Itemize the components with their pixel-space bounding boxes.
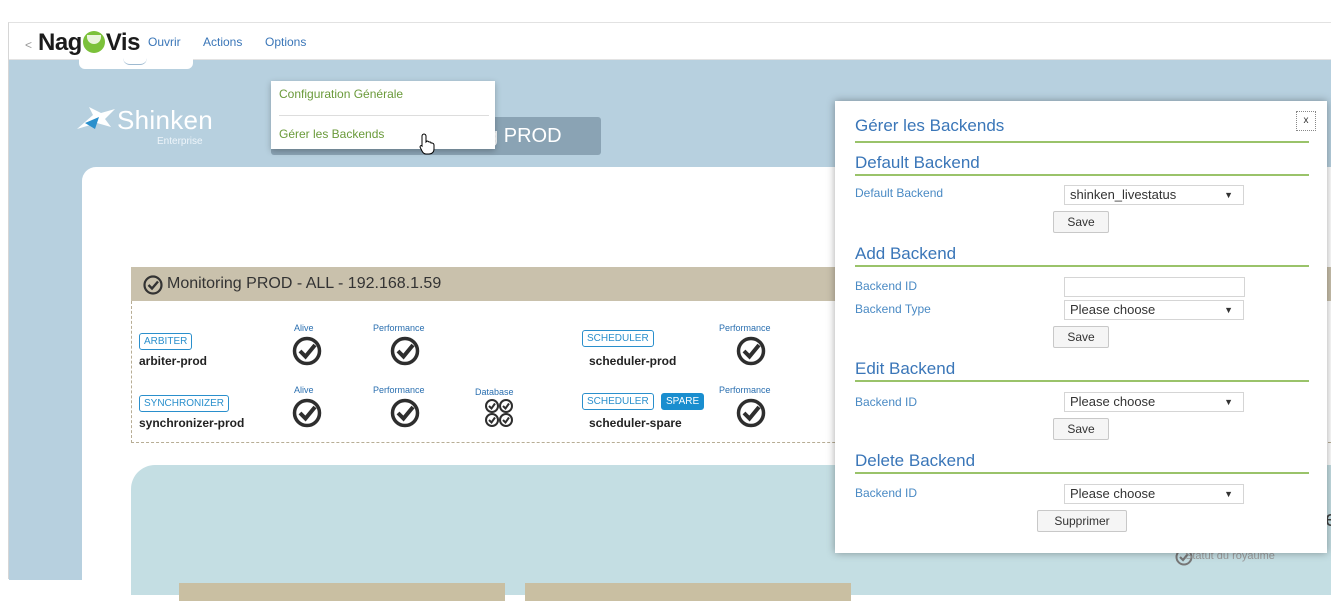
label-performance: Performance xyxy=(719,385,771,395)
save-add-button[interactable]: Save xyxy=(1053,326,1109,348)
options-dropdown: Configuration Générale Gérer les Backend… xyxy=(271,81,495,149)
delete-backend-id-value: Please choose xyxy=(1070,486,1156,501)
shinken-bird-icon xyxy=(77,107,115,129)
role-badge-synchronizer: SYNCHRONIZER xyxy=(139,395,230,412)
role-badge-scheduler-spare: SCHEDULER xyxy=(582,393,654,410)
role-badge-scheduler: SCHEDULER xyxy=(582,330,654,347)
nagvis-logo-icon xyxy=(82,31,105,53)
label-database: Database xyxy=(475,387,514,397)
spare-badge: SPARE xyxy=(661,393,705,410)
app-frame: < Nag Vis Ouvrir Actions Options Shinken … xyxy=(8,22,1331,601)
hand-cursor-icon xyxy=(419,133,435,155)
label-alive: Alive xyxy=(294,385,314,395)
shinken-brand-sub: Enterprise xyxy=(157,136,203,147)
chevron-down-icon: ▼ xyxy=(1224,489,1233,499)
database-ok-group-icon[interactable] xyxy=(484,398,514,428)
edit-backend-id-value: Please choose xyxy=(1070,394,1156,409)
edit-backend-id-label: Backend ID xyxy=(855,395,918,409)
collapse-header-icon[interactable]: < xyxy=(25,38,32,52)
section-delete-backend: Delete Backend xyxy=(855,451,976,470)
daemon-name-arbiter[interactable]: arbiter-prod xyxy=(139,354,207,368)
section-edit-backend: Edit Backend xyxy=(855,359,956,378)
label-performance: Performance xyxy=(719,323,771,333)
label-performance: Performance xyxy=(373,385,425,395)
backend-type-value: Please choose xyxy=(1070,302,1156,317)
alive-ok-icon[interactable] xyxy=(292,336,322,366)
delete-backend-button[interactable]: Supprimer xyxy=(1037,510,1127,532)
label-alive: Alive xyxy=(294,323,314,333)
logo-tab xyxy=(79,59,193,69)
daemon-name-synchronizer[interactable]: synchronizer-prod xyxy=(139,416,244,430)
alive-ok-icon[interactable] xyxy=(292,398,322,428)
default-backend-label: Default Backend xyxy=(855,186,944,200)
menu-item-gerer-backends[interactable]: Gérer les Backends xyxy=(279,127,384,141)
logo-tab-curve xyxy=(123,58,147,65)
nagvis-logo[interactable]: Nag Vis xyxy=(38,29,140,57)
section-divider xyxy=(855,174,1309,176)
chevron-down-icon: ▼ xyxy=(1224,305,1233,315)
default-backend-select[interactable]: shinken_livestatus ▼ xyxy=(1064,185,1244,205)
shinken-brand-name: Shinken xyxy=(117,105,214,135)
chevron-down-icon: ▼ xyxy=(1224,190,1233,200)
daemon-name-scheduler[interactable]: scheduler-prod xyxy=(589,354,676,368)
performance-ok-icon[interactable] xyxy=(736,336,766,366)
section-default-backend: Default Backend xyxy=(855,153,980,172)
backend-type-label: Backend Type xyxy=(855,302,931,316)
daemon-name-scheduler-spare[interactable]: scheduler-spare xyxy=(589,416,682,430)
menu-ouvrir[interactable]: Ouvrir xyxy=(148,35,181,49)
save-edit-button[interactable]: Save xyxy=(1053,418,1109,440)
performance-ok-icon[interactable] xyxy=(390,336,420,366)
logo-text-left: Nag xyxy=(38,29,82,56)
top-bar: < Nag Vis Ouvrir Actions Options xyxy=(9,23,1331,60)
add-backend-id-label: Backend ID xyxy=(855,279,918,293)
realm-title: Monitoring PROD - ALL - 192.168.1.59 xyxy=(167,275,442,292)
performance-ok-icon[interactable] xyxy=(390,398,420,428)
menu-actions[interactable]: Actions xyxy=(203,35,242,49)
add-backend-id-input[interactable] xyxy=(1064,277,1245,297)
sub-realm-tile[interactable] xyxy=(525,583,851,601)
section-divider xyxy=(855,265,1309,267)
manage-backends-dialog: Gérer les Backends x Default Backend Def… xyxy=(835,101,1327,553)
section-divider xyxy=(855,380,1309,382)
section-add-backend: Add Backend xyxy=(855,244,957,263)
label-performance: Performance xyxy=(373,323,425,333)
menu-options[interactable]: Options xyxy=(265,35,306,49)
menu-item-configuration-generale[interactable]: Configuration Générale xyxy=(279,87,403,101)
delete-backend-id-select[interactable]: Please choose ▼ xyxy=(1064,484,1244,504)
close-button[interactable]: x xyxy=(1296,111,1316,131)
performance-ok-icon[interactable] xyxy=(736,398,766,428)
logo-text-right: Vis xyxy=(105,29,141,56)
chevron-down-icon: ▼ xyxy=(1224,397,1233,407)
realm-ok-icon xyxy=(143,275,163,295)
dialog-title: Gérer les Backends xyxy=(855,116,1005,135)
backend-type-select[interactable]: Please choose ▼ xyxy=(1064,300,1244,320)
dialog-title-divider xyxy=(855,141,1309,143)
save-default-button[interactable]: Save xyxy=(1053,211,1109,233)
edit-backend-id-select[interactable]: Please choose ▼ xyxy=(1064,392,1244,412)
sub-realm-tile[interactable] xyxy=(179,583,505,601)
delete-backend-id-label: Backend ID xyxy=(855,486,918,500)
role-badge-arbiter: ARBITER xyxy=(139,333,193,350)
menu-separator xyxy=(279,115,489,116)
default-backend-value: shinken_livestatus xyxy=(1070,187,1177,202)
section-divider xyxy=(855,472,1309,474)
